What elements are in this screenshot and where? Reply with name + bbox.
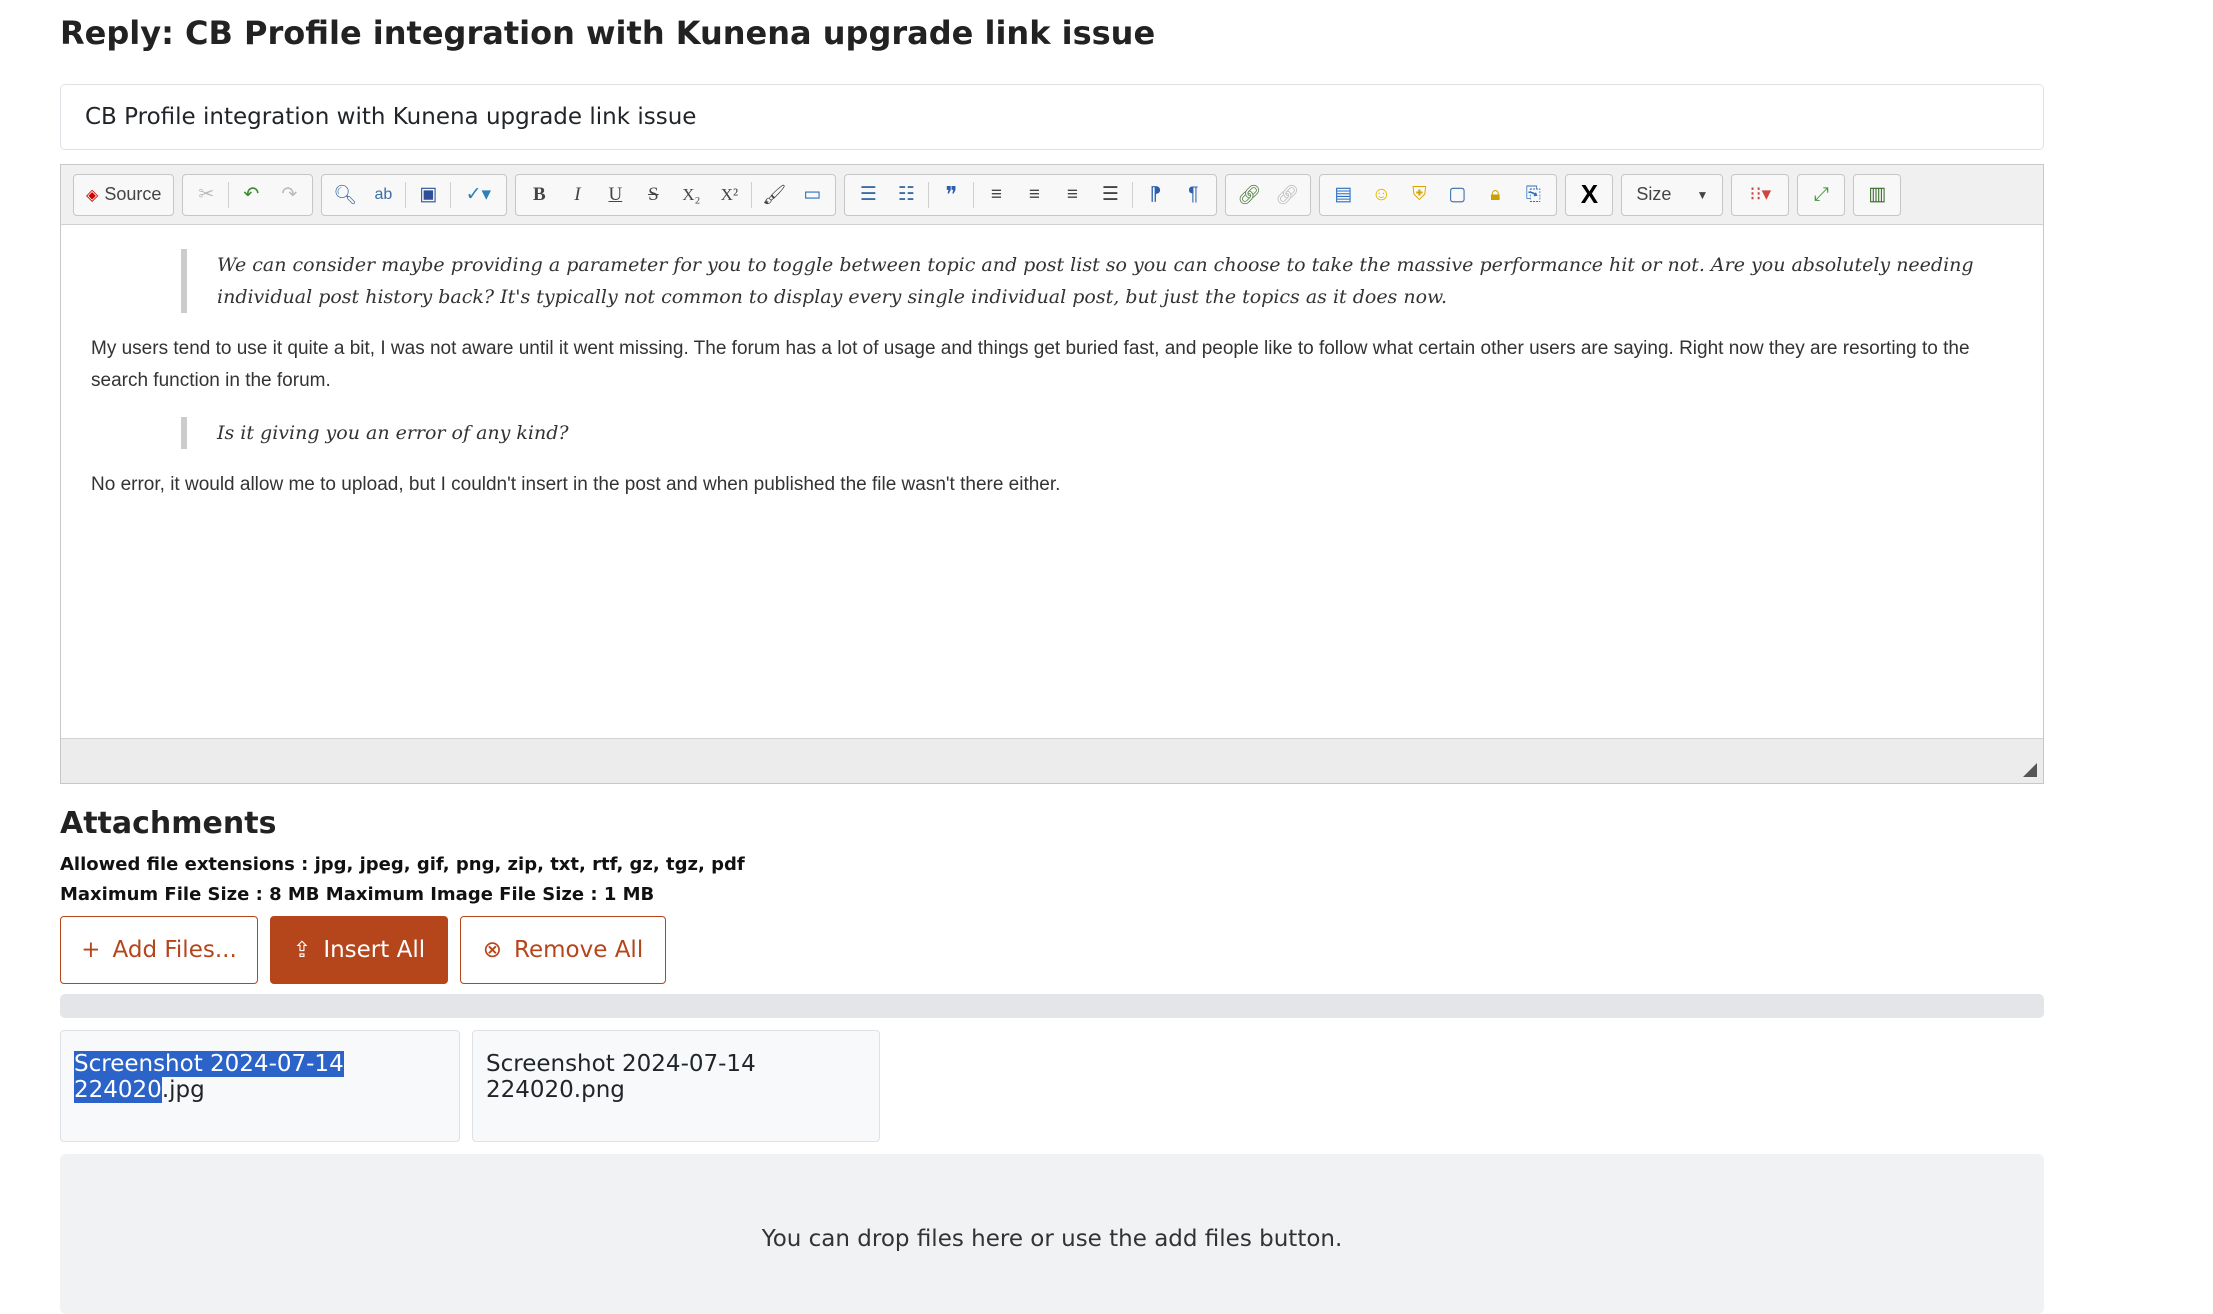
remove-all-label: Remove All bbox=[514, 937, 644, 963]
insert-all-button[interactable]: ⇪ Insert All bbox=[270, 916, 448, 984]
editor-content[interactable]: We can consider maybe providing a parame… bbox=[61, 225, 2043, 735]
maximize-icon[interactable]: ⤢ bbox=[1802, 178, 1840, 212]
upload-progress-bar bbox=[60, 994, 2044, 1018]
paragraph: No error, it would allow me to upload, b… bbox=[91, 474, 1061, 495]
select-all-icon[interactable]: ▣ bbox=[409, 178, 447, 212]
code-icon[interactable]: ⎘ bbox=[1514, 178, 1552, 212]
page-title: Reply: CB Profile integration with Kunen… bbox=[60, 14, 1156, 52]
file-name-extension: .jpg bbox=[161, 1077, 205, 1103]
bulleted-list-icon[interactable]: ☷ bbox=[887, 178, 925, 212]
unlink-icon[interactable]: 🔗︎ bbox=[1268, 178, 1306, 212]
source-button[interactable]: ◈ Source bbox=[78, 178, 169, 212]
smiley-icon[interactable]: ☺ bbox=[1362, 178, 1400, 212]
superscript-button[interactable]: X² bbox=[710, 178, 748, 212]
align-right-icon[interactable]: ≡ bbox=[1053, 178, 1091, 212]
remove-all-button[interactable]: ⊗ Remove All bbox=[460, 916, 666, 984]
attachments-heading: Attachments bbox=[60, 806, 277, 841]
chevron-down-icon: ▼ bbox=[1696, 187, 1709, 202]
video-icon[interactable]: ▥ bbox=[1858, 178, 1896, 212]
max-file-size: Maximum File Size : 8 MB Maximum Image F… bbox=[60, 884, 655, 905]
file-name: Screenshot 2024-07-14 224020.png bbox=[486, 1051, 756, 1103]
rich-text-editor: ◈ Source ✂ ↶ ↷ 🔍︎ ab ▣ ✓▾ B I U S X₂ X² … bbox=[60, 164, 2044, 784]
subject-input[interactable] bbox=[60, 84, 2044, 150]
lock-icon[interactable]: 🔒︎ bbox=[1476, 178, 1514, 212]
file-card[interactable]: Screenshot 2024-07-14 224020.png bbox=[472, 1030, 880, 1142]
file-card[interactable]: Screenshot 2024-07-14 224020.jpg bbox=[60, 1030, 460, 1142]
source-icon: ◈ bbox=[86, 186, 99, 204]
paragraph: My users tend to use it quite a bit, I w… bbox=[91, 338, 1970, 391]
numbered-list-icon[interactable]: ☰ bbox=[849, 178, 887, 212]
resize-handle-icon[interactable] bbox=[2023, 763, 2037, 777]
redo-icon[interactable]: ↷ bbox=[270, 178, 308, 212]
x-logo-icon[interactable]: X bbox=[1570, 178, 1608, 212]
embed-icon[interactable]: ▢ bbox=[1438, 178, 1476, 212]
allowed-extensions: Allowed file extensions : jpg, jpeg, gif… bbox=[60, 854, 745, 875]
align-justify-icon[interactable]: ☰ bbox=[1091, 178, 1129, 212]
quote-block: Is it giving you an error of any kind? bbox=[181, 417, 2013, 449]
italic-button[interactable]: I bbox=[558, 178, 596, 212]
circle-x-icon: ⊗ bbox=[482, 937, 503, 963]
cut-icon[interactable]: ✂ bbox=[187, 178, 225, 212]
size-dropdown[interactable]: Size ▼ bbox=[1628, 178, 1716, 212]
plus-icon: + bbox=[81, 937, 101, 963]
add-files-label: Add Files... bbox=[112, 937, 237, 963]
rtl-icon[interactable]: ¶ bbox=[1174, 178, 1212, 212]
subscript-button[interactable]: X₂ bbox=[672, 178, 710, 212]
ltr-icon[interactable]: ⁋ bbox=[1136, 178, 1174, 212]
blockquote-icon[interactable]: ❞ bbox=[932, 178, 970, 212]
format-painter-icon[interactable]: 🖌︎ bbox=[755, 178, 793, 212]
quote-block: We can consider maybe providing a parame… bbox=[181, 249, 2013, 313]
align-center-icon[interactable]: ≡ bbox=[1015, 178, 1053, 212]
find-icon[interactable]: 🔍︎ bbox=[326, 178, 364, 212]
editor-toolbar: ◈ Source ✂ ↶ ↷ 🔍︎ ab ▣ ✓▾ B I U S X₂ X² … bbox=[61, 165, 2043, 225]
color-picker-icon[interactable]: ⁝⁝▾ bbox=[1736, 178, 1784, 212]
add-files-button[interactable]: + Add Files... bbox=[60, 916, 258, 984]
size-label: Size bbox=[1636, 184, 1672, 204]
align-left-icon[interactable]: ≡ bbox=[977, 178, 1015, 212]
editor-footer bbox=[61, 738, 2043, 783]
spellcheck-icon[interactable]: ✓▾ bbox=[454, 178, 502, 212]
source-label: Source bbox=[104, 184, 162, 204]
drop-hint: You can drop files here or use the add f… bbox=[761, 1226, 1343, 1252]
shield-icon[interactable]: ⛨ bbox=[1400, 178, 1438, 212]
insert-all-label: Insert All bbox=[323, 937, 426, 963]
remove-format-icon[interactable]: ▭ bbox=[793, 178, 831, 212]
bold-button[interactable]: B bbox=[520, 178, 558, 212]
upload-icon: ⇪ bbox=[292, 937, 312, 963]
file-drop-zone[interactable]: You can drop files here or use the add f… bbox=[60, 1154, 2044, 1314]
image-icon[interactable]: ▤ bbox=[1324, 178, 1362, 212]
replace-icon[interactable]: ab bbox=[364, 178, 402, 212]
link-icon[interactable]: 🔗︎ bbox=[1230, 178, 1268, 212]
file-name-selected: Screenshot 2024-07-14 224020 bbox=[74, 1051, 344, 1103]
underline-button[interactable]: U bbox=[596, 178, 634, 212]
undo-icon[interactable]: ↶ bbox=[232, 178, 270, 212]
strikethrough-button[interactable]: S bbox=[634, 178, 672, 212]
